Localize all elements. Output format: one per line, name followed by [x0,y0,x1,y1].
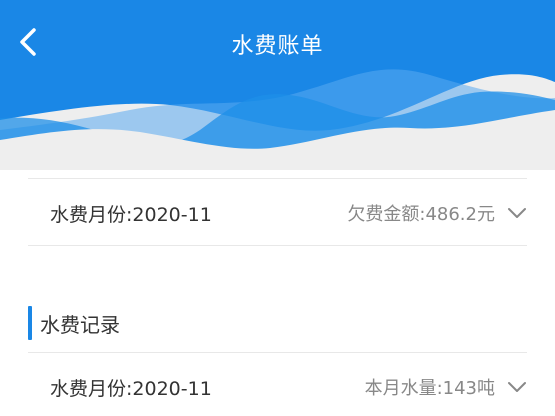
header-wave-background [0,0,555,170]
page-title: 水费账单 [231,34,324,59]
divider [28,245,527,246]
bill-summary-row[interactable]: 水费月份:2020-11 欠费金额:486.2元 [28,180,527,246]
header: 水费账单 [0,0,555,170]
water-bill-page: 水费账单 水费月份:2020-11 欠费金额:486.2元 水费记录 水费月份:… [0,0,555,416]
record-month-label: 水费月份:2020-11 [50,377,212,400]
bill-arrears: 欠费金额:486.2元 [347,200,527,226]
chevron-down-icon[interactable] [507,206,527,220]
divider [28,352,527,353]
usage-label: 本月水量:143吨 [364,378,495,399]
divider [28,178,527,179]
record-usage: 本月水量:143吨 [365,374,527,400]
section-accent-bar [28,306,32,340]
arrears-label: 欠费金额:486.2元 [347,204,495,225]
bill-month-label: 水费月份:2020-11 [50,203,212,226]
record-row[interactable]: 水费月份:2020-11 本月水量:143吨 [28,354,527,416]
records-section-title: 水费记录 [40,312,120,337]
chevron-down-icon[interactable] [507,380,527,394]
records-section-header: 水费记录 [28,305,120,341]
